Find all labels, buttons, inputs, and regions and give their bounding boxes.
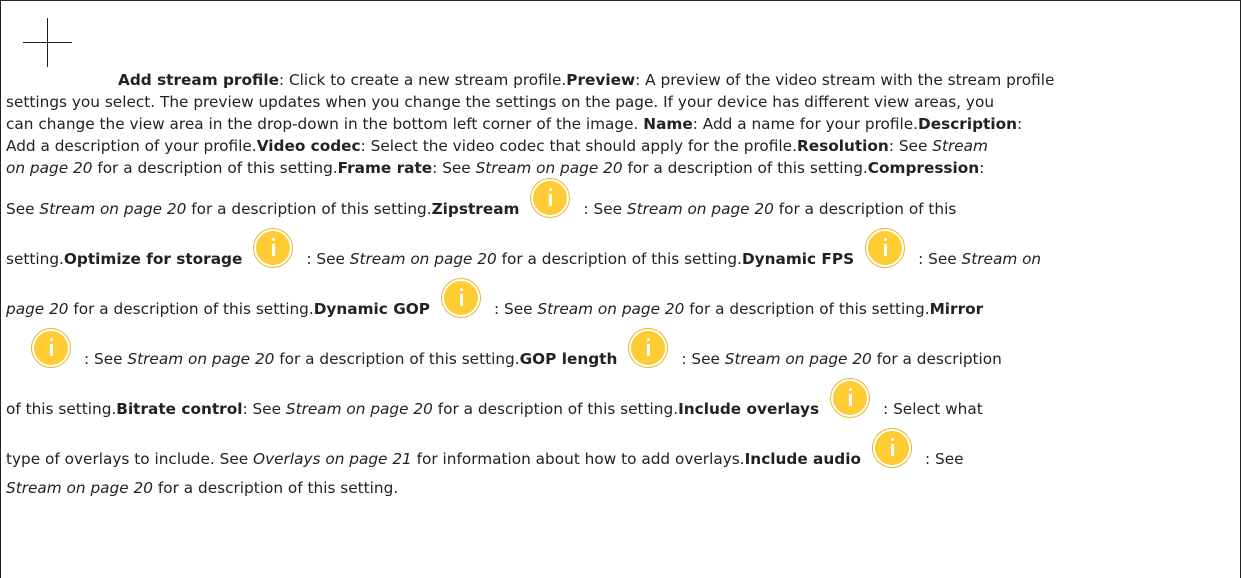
- line-1: Add stream profile: Click to create a ne…: [118, 71, 1055, 89]
- stream-link[interactable]: Stream on page 20: [476, 159, 623, 177]
- stream-link[interactable]: Stream on page 20: [537, 300, 684, 318]
- line-9: : See Stream on page 20 for a descriptio…: [6, 329, 1238, 379]
- video-codec-title: Video codec: [256, 137, 361, 156]
- info-icon[interactable]: [531, 179, 570, 218]
- include-audio-title: Include audio: [744, 450, 861, 469]
- compression-title: Compression: [867, 159, 980, 178]
- bitrate-control-title: Bitrate control: [116, 400, 243, 419]
- add-stream-profile-title: Add stream profile: [118, 71, 279, 89]
- include-overlays-title: Include overlays: [678, 400, 820, 419]
- stream-link[interactable]: Stream on: [962, 250, 1042, 268]
- stream-link[interactable]: Stream on page 20: [350, 250, 497, 268]
- info-icon[interactable]: [32, 329, 70, 368]
- stream-link[interactable]: Stream on page 20: [286, 400, 433, 418]
- dynamic-gop-title: Dynamic GOP: [313, 300, 430, 319]
- stream-link[interactable]: Stream: [932, 137, 988, 155]
- mirror-title: Mirror: [929, 300, 984, 319]
- gop-length-title: GOP length: [519, 350, 618, 369]
- stream-link[interactable]: Stream on page 20: [725, 350, 872, 368]
- plus-icon[interactable]: [23, 18, 72, 67]
- line-11: type of overlays to include. See Overlay…: [6, 429, 1238, 479]
- dynamic-fps-title: Dynamic FPS: [741, 250, 855, 269]
- info-icon[interactable]: [872, 429, 911, 468]
- info-icon[interactable]: [831, 379, 870, 418]
- line-7: setting.Optimize for storage: See Stream…: [6, 229, 1238, 279]
- line-6: See Stream on page 20 for a description …: [6, 179, 1238, 229]
- overlays-link[interactable]: Overlays on page 21: [253, 450, 412, 468]
- line-4: Add a description of your profile.Video …: [6, 137, 988, 156]
- line-12: Stream on page 20 for a description of t…: [6, 479, 399, 498]
- info-icon[interactable]: [441, 279, 480, 318]
- stream-link[interactable]: Stream on page 20: [6, 479, 153, 497]
- line-2: settings you select. The preview updates…: [6, 93, 995, 112]
- stream-link[interactable]: Stream on page 20: [39, 200, 186, 218]
- zipstream-title: Zipstream: [431, 200, 520, 219]
- stream-link[interactable]: page 20: [6, 300, 69, 318]
- line-3: can change the view area in the drop-dow…: [6, 115, 1023, 134]
- line-10: of this setting.Bitrate control: See Str…: [6, 379, 1238, 429]
- optimize-storage-title: Optimize for storage: [63, 250, 243, 269]
- preview-title: Preview: [566, 71, 636, 89]
- info-icon[interactable]: [254, 229, 293, 268]
- frame-rate-title: Frame rate: [337, 159, 433, 178]
- line-5: on page 20 for a description of this set…: [6, 159, 985, 178]
- line-8: page 20 for a description of this settin…: [6, 279, 1238, 329]
- stream-link[interactable]: on page 20: [6, 159, 92, 177]
- name-title: Name: [643, 115, 693, 134]
- description-title: Description: [918, 115, 1017, 134]
- info-icon[interactable]: [629, 329, 668, 368]
- info-icon[interactable]: [866, 229, 905, 268]
- stream-link[interactable]: Stream on page 20: [627, 200, 774, 218]
- resolution-title: Resolution: [796, 137, 889, 156]
- stream-profile-help: Add stream profile: Click to create a ne…: [6, 69, 1238, 497]
- stream-link[interactable]: Stream on page 20: [127, 350, 274, 368]
